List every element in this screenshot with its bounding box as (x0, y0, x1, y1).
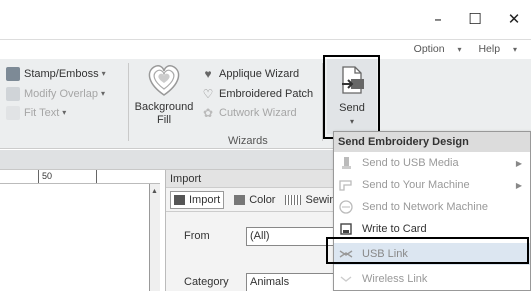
modify-overlap-label: Modify Overlap (24, 88, 98, 100)
menu-item-label: Write to Card (362, 223, 427, 235)
background-fill-label-line2: Fill (156, 114, 172, 126)
fit-text-button[interactable]: Fit Text ▾ (6, 105, 66, 121)
usb-media-icon (338, 155, 354, 171)
minimize-button[interactable]: – (426, 8, 450, 30)
ruler-tick-label: 50 (42, 171, 53, 181)
ruler-tick (38, 170, 39, 183)
design-canvas[interactable] (0, 184, 150, 291)
menu-item-send-to-your-machine[interactable]: Send to Your Machine ▶ (334, 174, 530, 196)
menu-item-send-to-network-machine[interactable]: Send to Network Machine (334, 196, 530, 218)
menu-item-wireless-link[interactable]: Wireless Link (334, 268, 530, 290)
fit-text-label: Fit Text (24, 107, 60, 119)
close-button[interactable]: ✕ (502, 8, 526, 30)
menu-item-label: Send to Your Machine (362, 179, 470, 191)
color-icon (234, 194, 246, 205)
submenu-arrow-icon: ▶ (515, 158, 522, 168)
scroll-up-icon[interactable]: ▲ (151, 188, 158, 195)
ruler: 50 (0, 170, 160, 184)
tab-color-label: Color (249, 193, 276, 206)
heart-outline-icon: ♡ (202, 87, 214, 101)
help-menu-bar: Option ▾ Help ▾ (414, 40, 531, 59)
fit-text-icon (6, 106, 20, 120)
maximize-button[interactable]: ☐ (463, 8, 487, 30)
help-menu[interactable]: Help ▾ (478, 43, 524, 55)
title-bar: – ☐ ✕ (0, 0, 531, 40)
machine-icon (338, 177, 354, 193)
applique-wizard-label: Applique Wizard (219, 68, 300, 80)
category-label: Category (184, 276, 229, 288)
wizards-group-label: Wizards (228, 135, 268, 147)
card-icon (338, 221, 354, 237)
modify-overlap-button[interactable]: Modify Overlap ▾ (6, 86, 105, 102)
tab-import[interactable]: Import (170, 190, 225, 209)
ribbon-separator (128, 63, 129, 141)
chevron-down-icon: ▾ (100, 89, 105, 98)
network-machine-icon (338, 199, 354, 215)
usb-link-highlight (326, 237, 529, 264)
cutwork-icon: ✿ (202, 106, 214, 120)
menu-item-send-to-usb-media[interactable]: Send to USB Media ▶ (334, 152, 530, 174)
chevron-down-icon: ▾ (101, 69, 106, 78)
sewing-icon (285, 194, 302, 205)
background-fill-button[interactable]: Background Fill (132, 59, 196, 149)
embroidered-patch-label: Embroidered Patch (219, 88, 314, 100)
menu-item-label: Wireless Link (362, 273, 428, 285)
cutwork-wizard-button[interactable]: ✿ Cutwork Wizard (201, 105, 297, 121)
stamp-emboss-icon (6, 67, 20, 81)
heart-pattern-icon (148, 65, 180, 96)
tab-color[interactable]: Color (234, 194, 275, 206)
overlap-icon (6, 87, 20, 101)
embroidered-patch-button[interactable]: ♡ Embroidered Patch (201, 86, 314, 102)
background-fill-label-line1: Background (134, 101, 194, 113)
import-icon (174, 194, 185, 205)
applique-wizard-button[interactable]: ♥ Applique Wizard (201, 66, 299, 82)
submenu-arrow-icon: ▶ (515, 180, 522, 190)
send-menu-header: Send Embroidery Design (334, 132, 530, 152)
stamp-emboss-label: Stamp/Emboss (24, 68, 99, 80)
ruler-tick (96, 170, 97, 183)
stamp-emboss-button[interactable]: Stamp/Emboss ▾ (6, 66, 106, 82)
option-menu[interactable]: Option ▾ (414, 43, 469, 55)
menu-item-label: Send to USB Media (362, 157, 459, 169)
heart-icon: ♥ (204, 67, 212, 81)
help-menu-label: Help (478, 43, 501, 55)
wireless-link-icon (338, 271, 354, 287)
send-dropdown-menu: Send Embroidery Design Send to USB Media… (333, 131, 531, 291)
menu-item-label: Send to Network Machine (362, 201, 488, 213)
tab-import-label: Import (189, 193, 221, 206)
send-button-highlight (323, 55, 380, 139)
from-label: From (184, 230, 210, 242)
chevron-down-icon: ▾ (62, 108, 67, 117)
option-menu-label: Option (413, 43, 445, 55)
vertical-scrollbar[interactable]: ▲ (150, 184, 160, 291)
cutwork-wizard-label: Cutwork Wizard (219, 107, 297, 119)
